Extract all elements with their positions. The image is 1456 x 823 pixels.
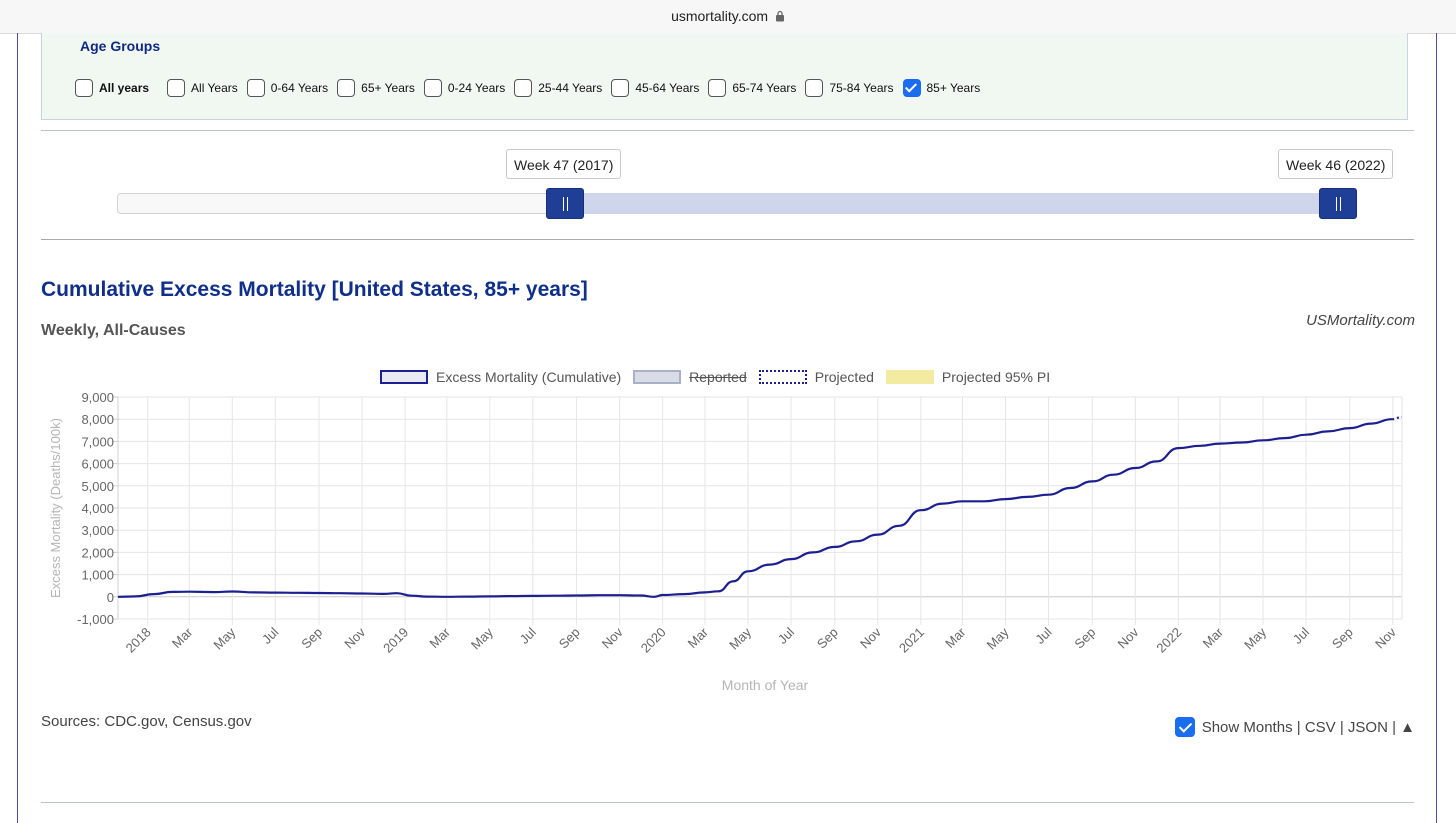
x-tick-label: 2022 <box>1153 625 1184 656</box>
x-tick-label: Nov <box>599 624 626 651</box>
x-tick-label: Nov <box>341 624 368 651</box>
x-tick-label: Sep <box>556 625 583 652</box>
separator: | <box>1292 718 1305 736</box>
x-tick-label: Mar <box>942 624 969 651</box>
y-tick-label: 6,000 <box>81 457 114 472</box>
y-tick-label: 8,000 <box>81 412 114 427</box>
divider <box>41 802 1414 803</box>
x-tick-label: Mar <box>169 624 196 651</box>
x-tick-label: May <box>210 624 238 652</box>
show-months-label[interactable]: Show Months <box>1202 719 1293 736</box>
y-tick-label: 4,000 <box>81 501 114 516</box>
x-tick-label: 2018 <box>123 625 154 656</box>
separator: | <box>1335 718 1348 736</box>
x-tick-label: Mar <box>426 624 453 651</box>
x-tick-label: May <box>726 624 754 652</box>
x-tick-label: May <box>468 624 496 652</box>
x-tick-label: Nov <box>857 624 884 651</box>
y-tick-label: 5,000 <box>81 479 114 494</box>
x-tick-label: May <box>984 624 1012 652</box>
show-months-checkbox[interactable] <box>1174 717 1195 737</box>
y-tick-label: 3,000 <box>81 523 114 538</box>
x-tick-label: Sep <box>1071 625 1098 652</box>
csv-link[interactable]: CSV <box>1305 719 1336 736</box>
sources-text: Sources: CDC.gov, Census.gov <box>41 713 252 730</box>
json-link[interactable]: JSON <box>1348 719 1388 736</box>
x-tick-label: Jul <box>517 624 539 646</box>
excess-mortality-chart: 9,000 8,000 7,000 6,000 5,000 4,000 3,000 2,000… <box>48 390 1403 693</box>
x-tick-label: 2020 <box>638 625 669 656</box>
y-tick-label: 1,000 <box>81 568 114 583</box>
chart-footer-controls: Show Months | CSV | JSON | ▲ <box>1174 717 1415 737</box>
y-tick-label: -1,000 <box>77 612 114 627</box>
x-tick-label: Mar <box>685 624 712 651</box>
x-tick-label: 2021 <box>896 625 927 656</box>
y-tick-label: 0 <box>107 590 114 605</box>
y-tick-label: 9,000 <box>81 390 114 405</box>
x-tick-label: Nov <box>1114 624 1141 651</box>
y-tick-label: 2,000 <box>81 545 114 560</box>
x-tick-label: May <box>1241 624 1269 652</box>
separator: | <box>1387 718 1401 736</box>
x-tick-label: Sep <box>814 625 841 652</box>
x-tick-label: Jul <box>775 624 797 646</box>
x-tick-label: Jul <box>1032 624 1054 646</box>
x-tick-label: Jul <box>259 624 281 646</box>
x-tick-label: Sep <box>1329 625 1356 652</box>
x-tick-label: Nov <box>1372 624 1399 651</box>
y-tick-label: 7,000 <box>81 434 114 449</box>
scroll-top-icon[interactable]: ▲ <box>1400 719 1415 736</box>
x-tick-label: Sep <box>298 625 325 652</box>
x-tick-label: Jul <box>1290 624 1312 646</box>
x-tick-label: 2019 <box>380 625 411 656</box>
y-axis-label: Excess Mortality (Deaths/100k) <box>48 418 63 598</box>
x-tick-label: Mar <box>1200 624 1227 651</box>
x-axis-label: Month of Year <box>722 677 809 693</box>
